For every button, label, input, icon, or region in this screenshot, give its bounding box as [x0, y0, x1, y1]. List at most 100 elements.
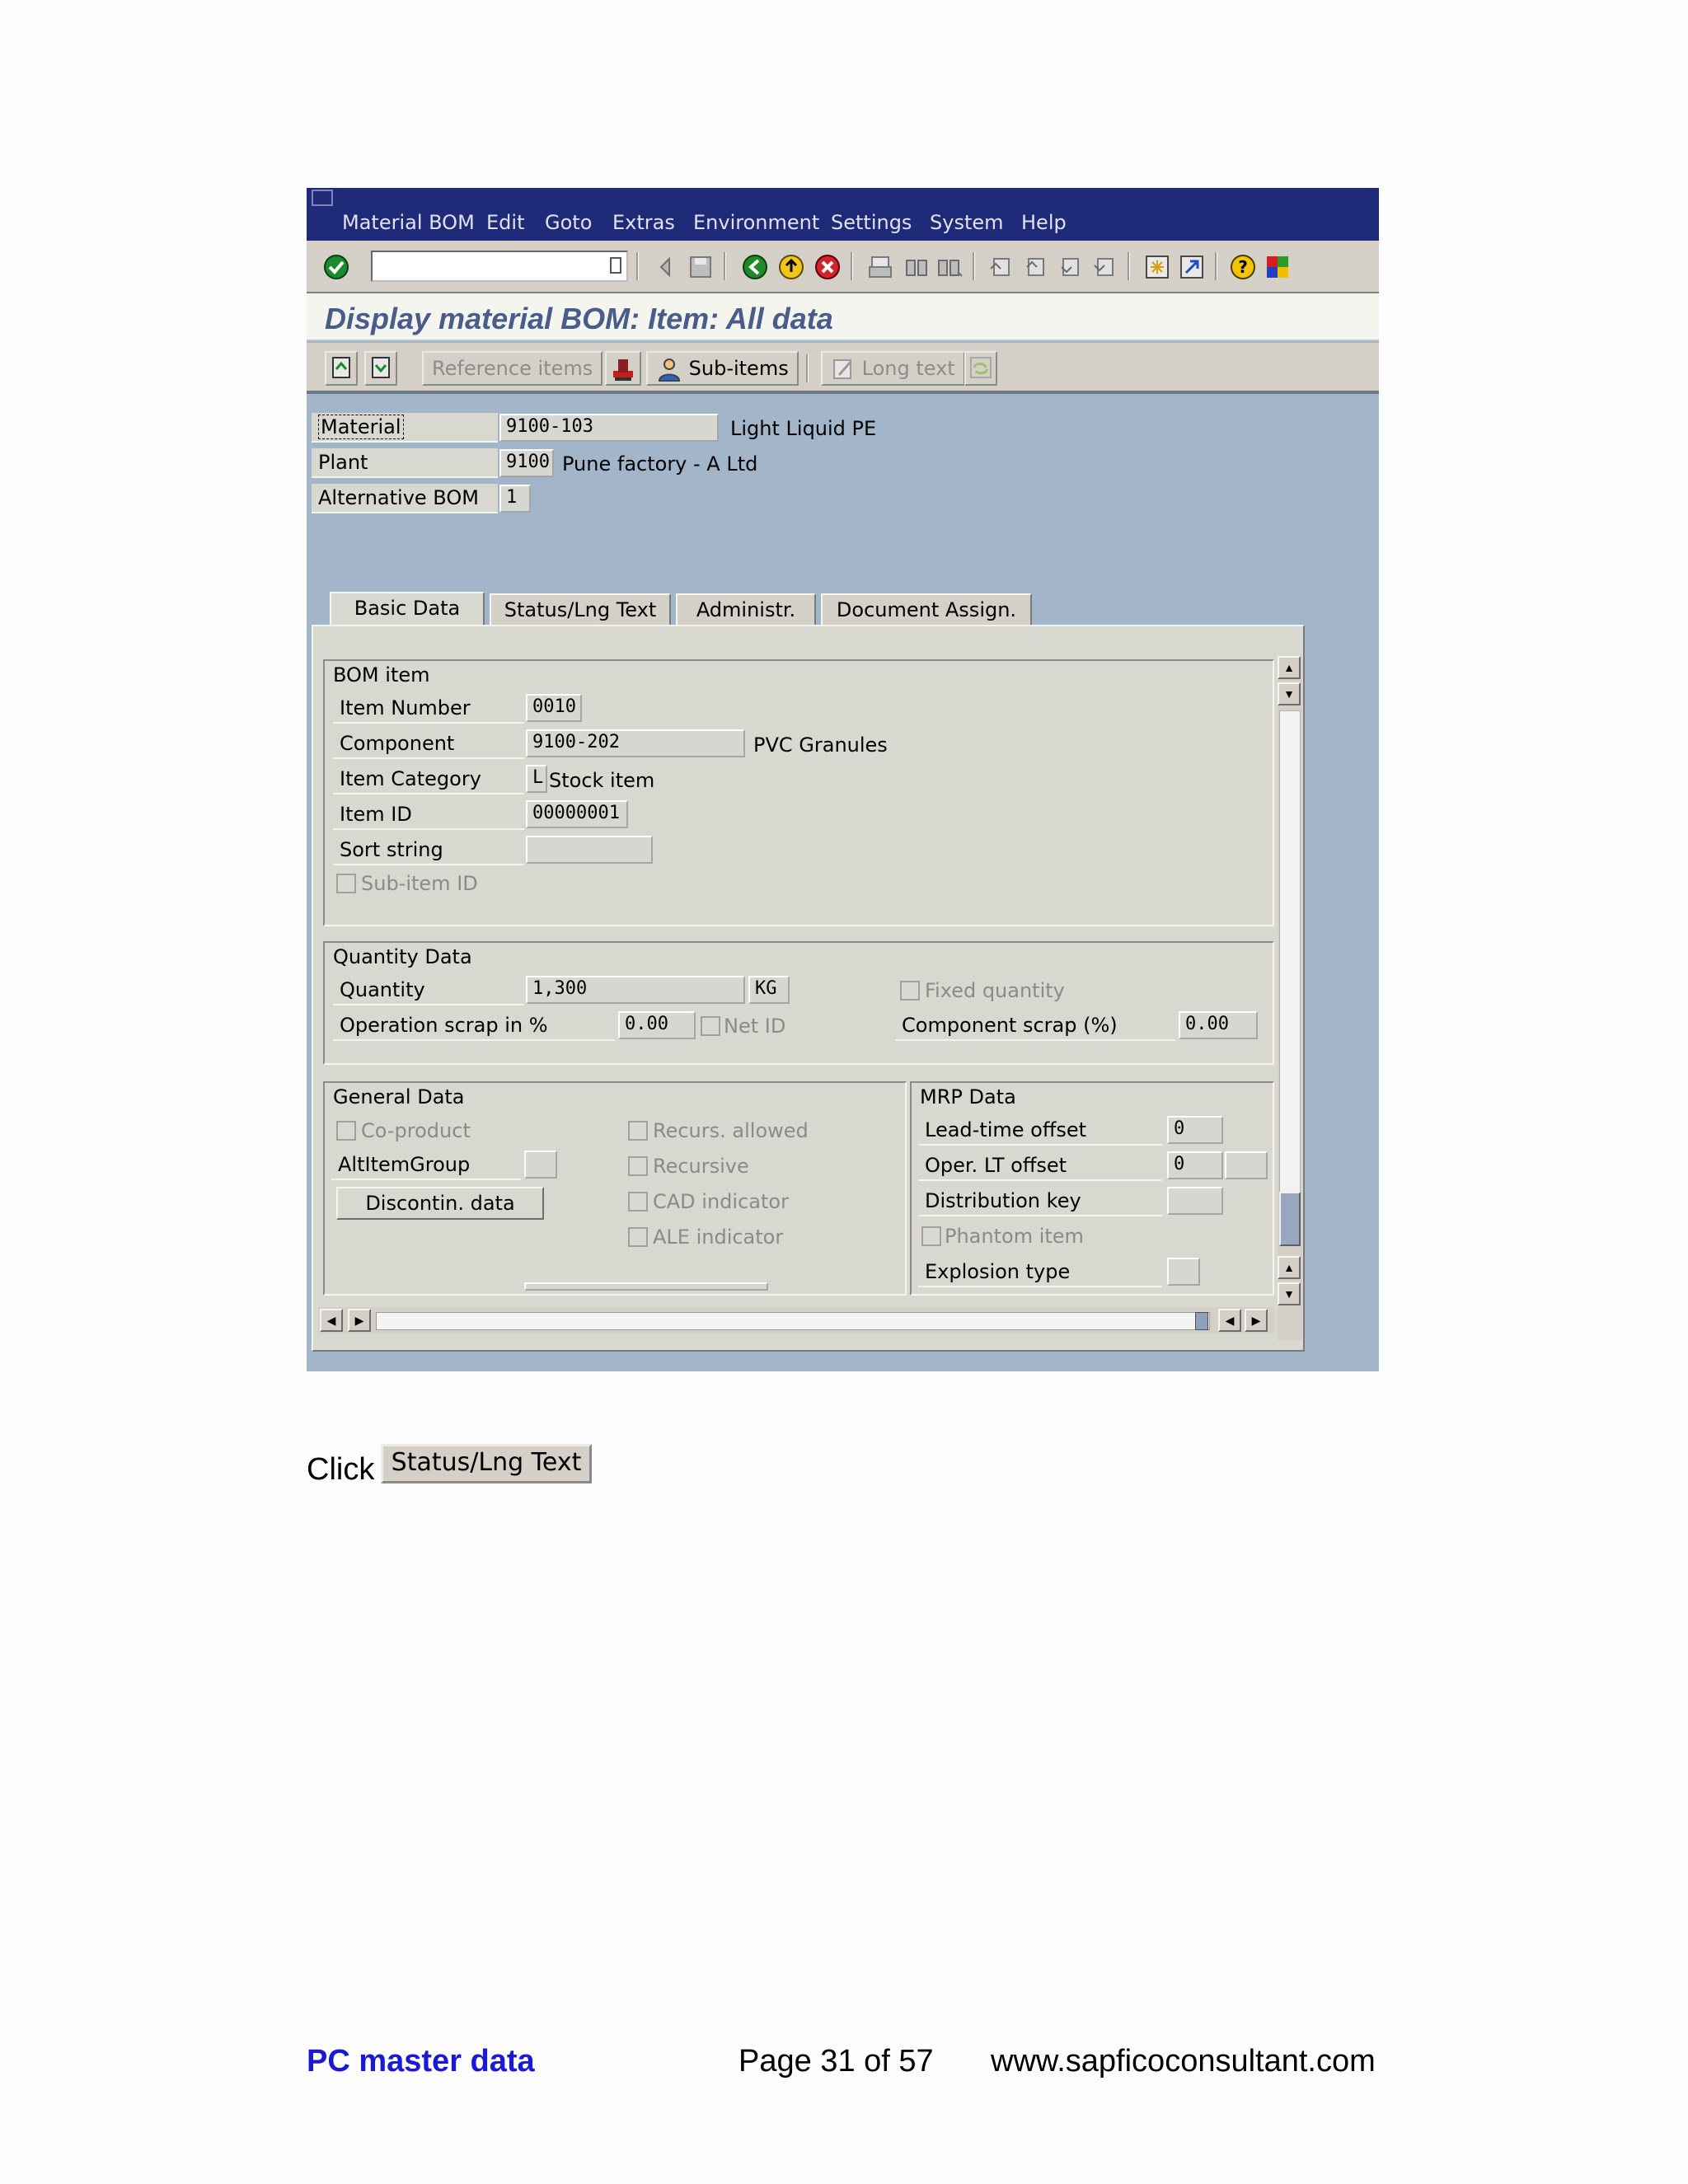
- oper-lt-unit-field[interactable]: [1225, 1151, 1268, 1179]
- command-dropdown-icon[interactable]: [610, 257, 621, 274]
- recurs-allowed-label: Recurs. allowed: [653, 1119, 809, 1142]
- item-number-field[interactable]: 0010: [526, 694, 582, 722]
- operation-scrap-label: Operation scrap in %: [333, 1011, 615, 1041]
- long-text-button[interactable]: Long text: [821, 351, 965, 386]
- menu-item-edit[interactable]: Edit: [486, 211, 524, 234]
- h-scroll-thumb[interactable]: [1195, 1312, 1208, 1330]
- sap-window: Material BOM Edit Goto Extras Environmen…: [307, 188, 1379, 1371]
- previous-page-icon[interactable]: [1022, 254, 1048, 280]
- instruction-text: Click: [307, 1452, 375, 1487]
- reference-items-button[interactable]: Reference items: [422, 351, 603, 386]
- quantity-field[interactable]: 1,300: [526, 976, 745, 1004]
- fixed-quantity-checkbox[interactable]: [900, 981, 920, 1001]
- refresh-button[interactable]: [964, 351, 997, 386]
- tab-panel-basic-data: BOM item Item Number 0010 Component 9100…: [312, 625, 1305, 1352]
- scroll-right-button[interactable]: ▶: [348, 1309, 371, 1332]
- recursive-checkbox[interactable]: [628, 1156, 648, 1176]
- lead-time-offset-field[interactable]: 0: [1167, 1116, 1223, 1144]
- menu-item-system[interactable]: System: [930, 211, 1004, 234]
- scroll-right-end-button[interactable]: ▶: [1245, 1309, 1268, 1332]
- menu-item-environment[interactable]: Environment: [693, 211, 819, 234]
- enter-check-icon[interactable]: [323, 254, 349, 280]
- last-page-icon[interactable]: [1091, 254, 1118, 280]
- next-page-icon[interactable]: [1057, 254, 1083, 280]
- mrp-scroll-up-button[interactable]: ▲: [1278, 1256, 1301, 1279]
- alt-item-group-label: AltItemGroup: [331, 1151, 521, 1180]
- stamp-button[interactable]: [605, 351, 641, 386]
- previous-item-button[interactable]: [325, 351, 358, 386]
- cancel-icon[interactable]: [814, 254, 841, 280]
- unit-field[interactable]: KG: [748, 976, 790, 1004]
- find-icon[interactable]: [903, 254, 930, 280]
- item-category-field[interactable]: L: [526, 765, 547, 793]
- quantity-data-group-title: Quantity Data: [323, 941, 475, 971]
- tab-status-lng-text[interactable]: Status/Lng Text: [490, 593, 671, 626]
- explosion-type-field[interactable]: [1167, 1258, 1200, 1286]
- sort-string-field[interactable]: [526, 836, 653, 864]
- plant-field[interactable]: 9100: [499, 449, 554, 477]
- component-scrap-label: Component scrap (%): [895, 1011, 1175, 1041]
- sub-item-id-checkbox[interactable]: [336, 874, 356, 893]
- print-icon[interactable]: [867, 254, 893, 280]
- co-product-checkbox[interactable]: [336, 1121, 356, 1141]
- scroll-left-button[interactable]: ◀: [320, 1309, 343, 1332]
- scroll-track[interactable]: [1279, 710, 1301, 1246]
- next-item-button[interactable]: [364, 351, 397, 386]
- menu-item-settings[interactable]: Settings: [831, 211, 912, 234]
- recursive-label: Recursive: [653, 1155, 749, 1178]
- horizontal-scrollbar[interactable]: ◀ ▶ ◀ ▶: [318, 1307, 1274, 1333]
- save-icon[interactable]: [687, 254, 714, 280]
- h-scroll-track[interactable]: [376, 1312, 1210, 1330]
- mrp-scroll-down-button[interactable]: ▼: [1278, 1282, 1301, 1305]
- discontin-data-button[interactable]: Discontin. data: [336, 1187, 544, 1220]
- recurs-allowed-checkbox[interactable]: [628, 1121, 648, 1141]
- scroll-thumb[interactable]: [1279, 1192, 1301, 1246]
- phantom-item-checkbox[interactable]: [921, 1226, 941, 1246]
- back-arrow-icon[interactable]: [653, 254, 679, 280]
- item-id-field[interactable]: 00000001: [526, 800, 628, 828]
- command-field[interactable]: [371, 251, 628, 282]
- menu-item-material-bom[interactable]: Material BOM: [342, 211, 475, 234]
- first-page-icon[interactable]: [987, 254, 1014, 280]
- sub-items-button[interactable]: Sub-items: [646, 351, 799, 386]
- alt-item-group-field[interactable]: [524, 1151, 557, 1179]
- alternative-bom-field[interactable]: 1: [499, 485, 531, 513]
- svg-text:?: ?: [1238, 257, 1248, 277]
- create-session-icon[interactable]: [1144, 254, 1170, 280]
- status-lng-text-button-sample[interactable]: Status/Lng Text: [381, 1444, 592, 1483]
- window-system-icon[interactable]: [312, 190, 333, 206]
- scroll-left-end-button[interactable]: ◀: [1218, 1309, 1241, 1332]
- ale-indicator-checkbox[interactable]: [628, 1227, 648, 1247]
- cad-indicator-checkbox[interactable]: [628, 1192, 648, 1212]
- exit-icon[interactable]: [778, 254, 804, 280]
- oper-lt-offset-field[interactable]: 0: [1167, 1151, 1223, 1179]
- tab-document-assign[interactable]: Document Assign.: [821, 593, 1032, 626]
- net-id-checkbox[interactable]: [701, 1016, 720, 1036]
- item-number-label: Item Number: [333, 694, 524, 724]
- menu-item-extras[interactable]: Extras: [612, 211, 675, 234]
- item-category-description: Stock item: [549, 769, 655, 792]
- menu-item-help[interactable]: Help: [1021, 211, 1067, 234]
- scroll-down-button[interactable]: ▼: [1278, 682, 1301, 705]
- tab-basic-data[interactable]: Basic Data: [330, 592, 485, 628]
- back-icon[interactable]: [742, 254, 768, 280]
- menu-bar: Material BOM Edit Goto Extras Environmen…: [307, 188, 1379, 241]
- create-shortcut-icon[interactable]: [1179, 254, 1205, 280]
- find-next-icon[interactable]: [936, 254, 963, 280]
- sub-items-label: Sub-items: [688, 357, 789, 380]
- layout-menu-icon[interactable]: [1264, 254, 1291, 280]
- partially-hidden-field: [524, 1282, 768, 1291]
- material-label-cell: Material: [312, 413, 498, 443]
- operation-scrap-field[interactable]: 0.00: [618, 1011, 696, 1039]
- item-category-label: Item Category: [333, 765, 524, 794]
- mrp-data-group-title: MRP Data: [910, 1081, 1045, 1111]
- tab-administr[interactable]: Administr.: [676, 593, 816, 626]
- component-scrap-field[interactable]: 0.00: [1179, 1011, 1258, 1039]
- scroll-up-button[interactable]: ▲: [1278, 656, 1301, 679]
- material-field[interactable]: 9100-103: [499, 414, 719, 442]
- help-icon[interactable]: ?: [1230, 254, 1256, 280]
- component-field[interactable]: 9100-202: [526, 729, 745, 757]
- distribution-key-field[interactable]: [1167, 1187, 1223, 1215]
- menu-item-goto[interactable]: Goto: [545, 211, 592, 234]
- vertical-scrollbar[interactable]: ▲ ▼ ▲ ▼: [1278, 656, 1302, 1340]
